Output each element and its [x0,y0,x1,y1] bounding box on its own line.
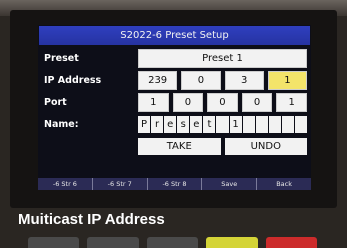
softkey-str6[interactable]: -6 Str 6 [38,178,93,190]
name-row: Name: P r e s e t 1 [44,115,308,134]
name-char[interactable]: P [138,116,151,133]
softkey-save[interactable]: Save [202,178,258,190]
name-char[interactable] [255,116,268,133]
preset-label: Preset [44,53,79,64]
screen-title: S2022-6 Preset Setup [39,26,310,45]
name-char[interactable]: s [177,116,190,133]
ip-address-label: IP Address [44,75,102,86]
ip-octet-4[interactable]: 1 [267,71,307,90]
name-char[interactable] [216,116,229,133]
name-char[interactable] [242,116,255,133]
ip-octet-2[interactable]: 0 [181,71,221,90]
softkey-bar: -6 Str 6 -6 Str 7 -6 Str 8 Save Back [38,178,311,190]
image-caption: Muiticast IP Address [18,211,165,228]
hardware-button-4[interactable] [206,237,258,248]
hardware-button-5[interactable] [265,237,318,248]
take-button[interactable]: TAKE [138,138,221,155]
softkey-str8[interactable]: -6 Str 8 [147,178,203,190]
hardware-button-1[interactable] [28,237,80,248]
port-row: Port 1 0 0 0 1 [44,93,307,112]
hardware-button-3[interactable] [146,237,199,248]
port-digit-3[interactable]: 0 [207,93,238,112]
name-char[interactable]: e [190,116,203,133]
lcd-screen: S2022-6 Preset Setup Preset Preset 1 IP … [38,25,311,189]
name-char[interactable] [294,116,308,133]
action-row: TAKE UNDO [138,138,307,155]
preset-row: Preset Preset 1 [44,49,307,68]
ip-octet-1[interactable]: 239 [138,71,178,90]
name-char[interactable]: t [203,116,216,133]
name-characters: P r e s e t 1 [138,116,308,133]
port-digit-4[interactable]: 0 [241,93,273,112]
name-char[interactable]: e [164,116,177,133]
port-digit-1[interactable]: 1 [138,93,169,112]
name-char[interactable] [281,116,294,133]
preset-value-field[interactable]: Preset 1 [138,49,307,68]
name-char[interactable]: r [151,116,164,133]
ip-octet-3[interactable]: 3 [224,71,264,90]
softkey-str7[interactable]: -6 Str 7 [92,178,148,190]
undo-button[interactable]: UNDO [224,138,307,155]
port-digit-5[interactable]: 1 [276,93,307,112]
hardware-buttons [0,237,347,248]
softkey-back[interactable]: Back [257,178,311,190]
port-digit-2[interactable]: 0 [172,93,204,112]
name-char[interactable] [268,116,281,133]
name-label: Name: [44,119,79,130]
ip-address-row: IP Address 239 0 3 1 [44,71,307,90]
name-char[interactable]: 1 [229,116,242,133]
hardware-button-2[interactable] [87,237,139,248]
port-label: Port [44,97,67,108]
